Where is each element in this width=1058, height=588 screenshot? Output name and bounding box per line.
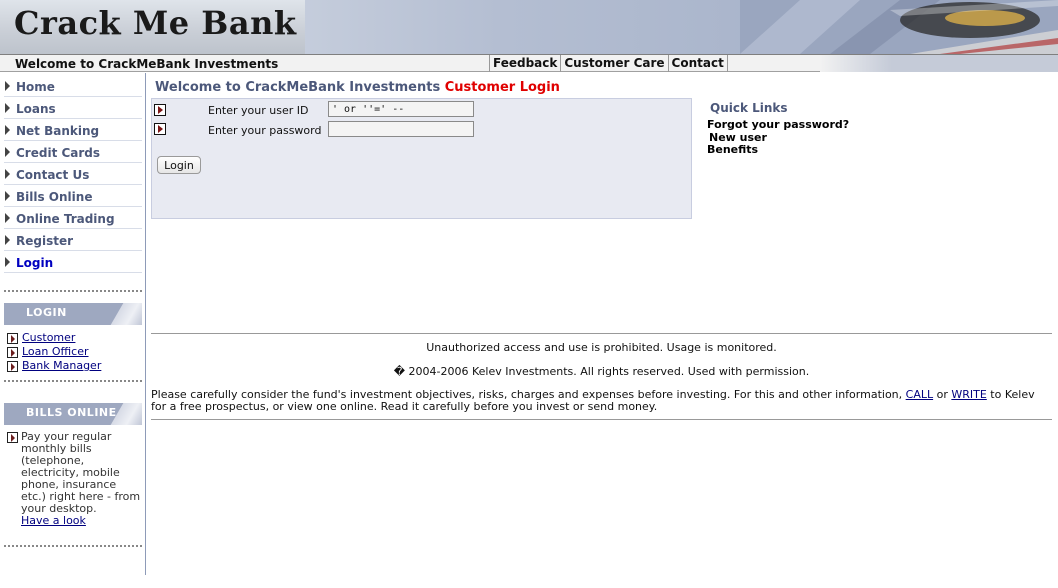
sidebar-item-register[interactable]: Register [4,229,142,251]
arrow-box-icon [7,347,18,358]
arrow-right-icon [5,81,10,91]
header-banner: Crack Me Bank [0,0,1058,54]
sidebar-item-loans[interactable]: Loans [4,97,142,119]
footer-divider [151,419,1052,420]
copyright-text: � 2004-2006 Kelev Investments. All right… [393,365,810,378]
sidebar-item-label: Login [16,256,54,270]
page-title: Welcome to CrackMeBank Investments Custo… [155,80,560,95]
arrow-right-icon [5,125,10,135]
divider [4,290,142,292]
contact-link[interactable]: Contact [669,55,728,72]
section-decoration [102,303,142,325]
sidebar-item-label: Bills Online [16,190,93,204]
sidebar-item-credit-cards[interactable]: Credit Cards [4,141,142,163]
banner-decoration [740,0,1058,54]
sidebar-item-label: Register [16,234,74,248]
login-form-panel: Enter your user ID Enter your password L… [151,98,692,219]
sidebar-item-home[interactable]: Home [4,75,142,97]
investment-disclaimer: Please carefully consider the fund's inv… [151,389,1052,413]
arrow-box-icon [154,123,166,135]
arrow-right-icon [5,147,10,157]
arrow-right-icon [5,191,10,201]
sidebar-item-online-trading[interactable]: Online Trading [4,207,142,229]
bank-name: Crack Me Bank [14,4,297,42]
unauthorized-notice: Unauthorized access and use is prohibite… [426,341,777,354]
nav-bar-decoration [820,55,1058,72]
page-title-text: Welcome to CrackMeBank Investments [155,80,441,95]
call-link[interactable]: CALL [906,388,933,401]
arrow-right-icon [5,213,10,223]
login-button[interactable]: Login [157,156,201,174]
bills-online-description: Pay your regular monthly bills (telephon… [21,431,141,527]
password-label: Enter your password [208,124,322,137]
footer-divider [151,333,1052,334]
feedback-link[interactable]: Feedback [489,55,562,72]
customer-login-link[interactable]: Customer [22,331,75,344]
arrow-box-icon [7,432,18,443]
sidebar-item-bills-online[interactable]: Bills Online [4,185,142,207]
divider [4,380,142,382]
benefits-link[interactable]: Benefits [707,143,758,156]
bills-text: Pay your regular monthly bills (telephon… [21,430,141,515]
arrow-box-icon [7,361,18,372]
disclaimer-text: or [933,388,952,401]
section-title: LOGIN [26,306,67,319]
arrow-box-icon [154,104,166,116]
loan-officer-login-link[interactable]: Loan Officer [22,345,89,358]
sidebar-item-login[interactable]: Login [4,251,142,273]
sidebar-item-net-banking[interactable]: Net Banking [4,119,142,141]
user-id-input[interactable] [328,101,474,117]
arrow-right-icon [5,257,10,267]
top-nav-bar: Welcome to CrackMeBank Investments Feedb… [0,54,1058,72]
sidebar-item-label: Credit Cards [16,146,101,160]
write-link[interactable]: WRITE [951,388,986,401]
have-a-look-link[interactable]: Have a look [21,514,86,527]
section-decoration [102,403,142,425]
quick-links-title: Quick Links [710,101,788,115]
user-id-label: Enter your user ID [208,104,309,117]
forgot-password-link[interactable]: Forgot your password? [707,118,849,131]
arrow-right-icon [5,235,10,245]
customer-care-link[interactable]: Customer Care [561,55,669,72]
page-title-highlight: Customer Login [444,80,560,95]
sidebar-item-label: Online Trading [16,212,115,226]
sidebar-item-label: Contact Us [16,168,90,182]
divider [4,545,142,547]
sidebar-item-contact-us[interactable]: Contact Us [4,163,142,185]
top-links: Feedback Customer Care Contact [489,55,728,72]
left-sidebar: Home Loans Net Banking Credit Cards Cont… [0,73,146,575]
sidebar-item-label: Home [16,80,55,94]
bank-manager-login-link[interactable]: Bank Manager [22,359,101,372]
arrow-box-icon [7,333,18,344]
arrow-right-icon [5,103,10,113]
password-input[interactable] [328,121,474,137]
sidebar-item-label: Loans [16,102,56,116]
sidebar-item-label: Net Banking [16,124,100,138]
bills-online-section-header: BILLS ONLINE [4,403,142,425]
bank-logo[interactable]: Crack Me Bank [0,0,305,54]
arrow-right-icon [5,169,10,179]
login-section-header: LOGIN [4,303,142,325]
welcome-text: Welcome to CrackMeBank Investments [15,57,279,71]
